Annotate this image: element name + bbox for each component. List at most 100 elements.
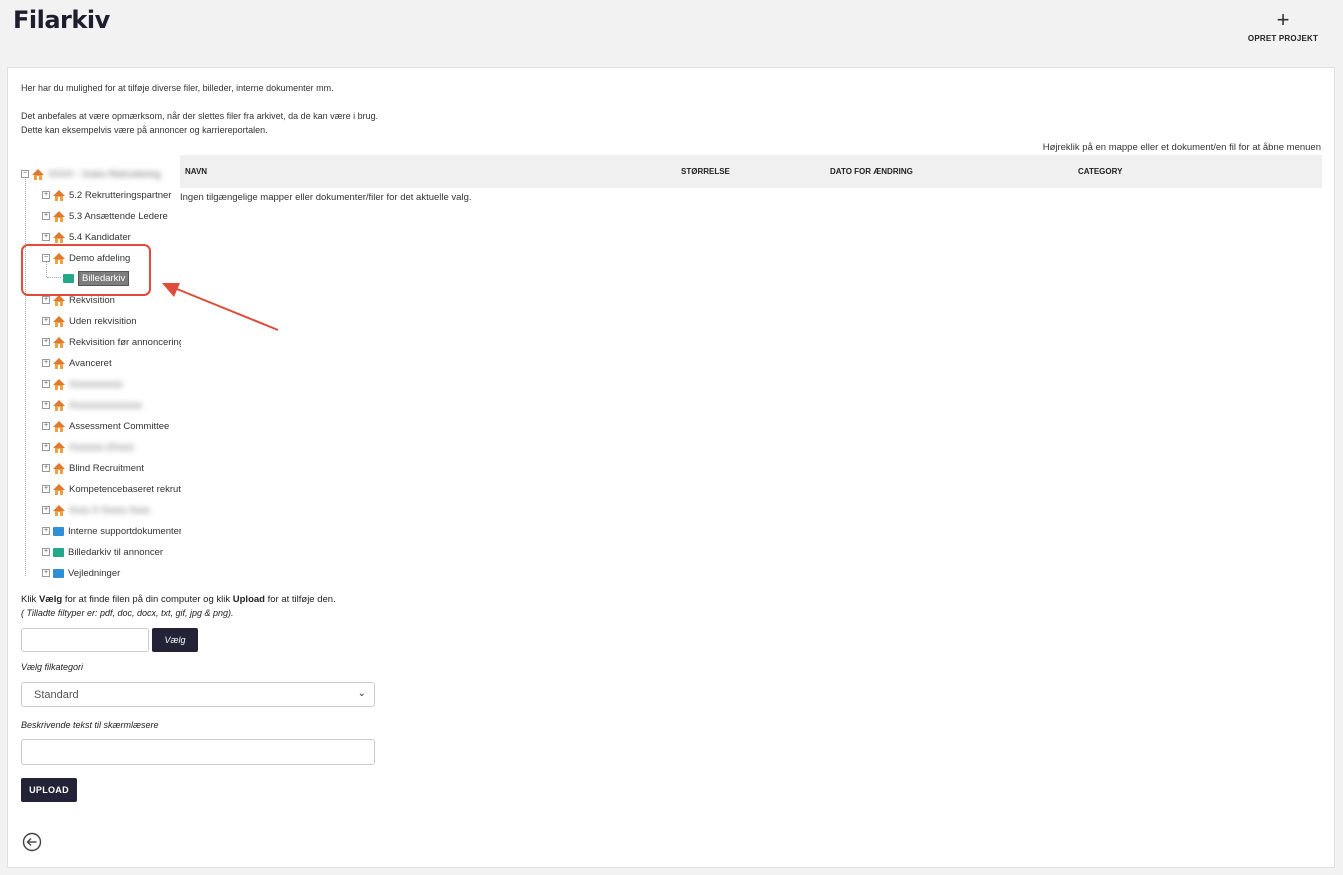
tree-item[interactable]: + Rekvisition før annoncering — [42, 334, 181, 350]
top-bar: Filarkiv + OPRET PROJEKT — [0, 0, 1343, 60]
tree-item-label: Uden rekvisition — [69, 315, 137, 327]
expand-icon[interactable]: + — [42, 338, 50, 346]
home-icon — [53, 231, 65, 243]
upload-instruction: Klik Vælg for at finde filen på din comp… — [21, 594, 336, 605]
tree-item-label: Billedarkiv til annoncer — [68, 546, 164, 558]
tree-item-label: Xxxxxxxxxxxxxxx — [69, 399, 142, 411]
tree-item-label: Xxxxxxx (Xxxx) — [69, 441, 134, 453]
collapse-icon[interactable]: − — [21, 170, 29, 178]
expand-icon[interactable]: + — [42, 359, 50, 367]
allowed-file-types: ( Tilladte filtyper er: pdf, doc, docx, … — [21, 608, 234, 618]
intro-line-3: Dette kan eksempelvis være på annoncer o… — [21, 125, 268, 135]
folder-tree[interactable]: − XXXX - Sutes Rekruttering + 5.2 Rekrut… — [21, 162, 181, 578]
tree-item-label: Blind Recruitment — [69, 462, 144, 474]
expand-icon[interactable]: + — [42, 548, 50, 556]
tree-item-label: 5.2 Rekrutteringspartner — [69, 189, 172, 201]
expand-icon[interactable]: + — [42, 527, 50, 535]
tree-item[interactable]: + Vejledninger — [42, 565, 120, 578]
tree-item[interactable]: + Interne supportdokumenter — [42, 523, 181, 539]
create-project-label: OPRET PROJEKT — [1247, 34, 1319, 43]
column-header-name[interactable]: NAVN — [185, 167, 207, 176]
plus-icon: + — [1276, 7, 1290, 32]
home-icon — [53, 420, 65, 432]
home-icon — [53, 462, 65, 474]
file-category-select[interactable]: Standard ⌄ — [21, 682, 375, 707]
file-path-input[interactable] — [21, 628, 149, 652]
expand-icon[interactable]: + — [42, 485, 50, 493]
file-table-header: NAVN STØRRELSE DATO FOR ÆNDRING CATEGORY — [180, 155, 1322, 188]
home-icon — [53, 357, 65, 369]
tree-item-label: Xxxx X Xxxxx Xxxx — [69, 504, 150, 516]
tree-item[interactable]: + 5.2 Rekrutteringspartner — [42, 187, 171, 203]
expand-icon[interactable]: + — [42, 443, 50, 451]
tree-item[interactable]: + Xxxxxxx (Xxxx) — [42, 439, 133, 455]
chevron-down-icon: ⌄ — [357, 688, 366, 699]
tree-item-label: 5.4 Kandidater — [69, 231, 131, 243]
folder-icon — [53, 547, 64, 557]
expand-icon[interactable]: + — [42, 401, 50, 409]
tree-item[interactable]: + Blind Recruitment — [42, 460, 144, 476]
column-header-size[interactable]: STØRRELSE — [681, 167, 730, 176]
tree-item-label: Vejledninger — [68, 567, 121, 579]
expand-icon[interactable]: + — [42, 191, 50, 199]
folder-icon — [53, 568, 64, 578]
tree-item[interactable]: + Billedarkiv til annoncer — [42, 544, 163, 560]
home-icon — [53, 294, 65, 306]
file-archive-card: Her har du mulighed for at tilføje diver… — [7, 67, 1335, 868]
folder-icon — [53, 526, 64, 536]
tree-item[interactable]: + Assessment Committee — [42, 418, 169, 434]
tree-item[interactable]: + Xxxxxxxxxxxxxxx — [42, 397, 142, 413]
intro-line-1: Her har du mulighed for at tilføje diver… — [21, 83, 334, 93]
home-icon — [53, 336, 65, 348]
context-menu-hint: Højreklik på en mappe eller et dokument/… — [1042, 142, 1321, 153]
tree-item[interactable]: + 5.3 Ansættende Ledere — [42, 208, 168, 224]
expand-icon[interactable]: + — [42, 380, 50, 388]
alt-text-label: Beskrivende tekst til skærmlæsere — [21, 720, 159, 730]
tree-item-label: Xxxxxxxxxxx — [69, 378, 123, 390]
highlight-annotation-box — [21, 244, 151, 296]
back-arrow-icon[interactable] — [22, 832, 42, 852]
home-icon — [53, 315, 65, 327]
home-icon — [32, 168, 44, 180]
file-category-value: Standard — [34, 688, 79, 701]
expand-icon[interactable]: + — [42, 422, 50, 430]
annotation-arrow-icon — [162, 283, 279, 331]
tree-item[interactable]: + 5.4 Kandidater — [42, 229, 131, 245]
tree-item[interactable]: + Xxxx X Xxxxx Xxxx — [42, 502, 150, 518]
tree-item[interactable]: + Xxxxxxxxxxx — [42, 376, 123, 392]
alt-text-input[interactable] — [21, 739, 375, 765]
column-header-modified[interactable]: DATO FOR ÆNDRING — [830, 167, 913, 176]
home-icon — [53, 378, 65, 390]
column-header-category[interactable]: CATEGORY — [1078, 167, 1122, 176]
create-project-button[interactable]: + OPRET PROJEKT — [1243, 7, 1323, 50]
empty-table-message: Ingen tilgængelige mapper eller dokument… — [180, 192, 472, 203]
intro-line-2: Det anbefales at være opmærksom, når der… — [21, 111, 379, 121]
home-icon — [53, 441, 65, 453]
expand-icon[interactable]: + — [42, 317, 50, 325]
home-icon — [53, 189, 65, 201]
choose-file-button[interactable]: Vælg — [152, 628, 198, 652]
tree-root[interactable]: − XXXX - Sutes Rekruttering — [21, 166, 160, 182]
expand-icon[interactable]: + — [42, 506, 50, 514]
expand-icon[interactable]: + — [42, 464, 50, 472]
tree-item[interactable]: + Avanceret — [42, 355, 112, 371]
expand-icon[interactable]: + — [42, 296, 50, 304]
tree-item[interactable]: + Uden rekvisition — [42, 313, 137, 329]
tree-item-label: Avanceret — [69, 357, 112, 369]
home-icon — [53, 399, 65, 411]
tree-root-label: XXXX - Sutes Rekruttering — [48, 168, 161, 180]
expand-icon[interactable]: + — [42, 233, 50, 241]
tree-item-label: Kompetencebaseret rekruttering — [69, 483, 181, 495]
home-icon — [53, 483, 65, 495]
home-icon — [53, 210, 65, 222]
tree-item-label: Assessment Committee — [69, 420, 170, 432]
tree-item-label: Interne supportdokumenter — [68, 525, 181, 537]
file-category-label: Vælg filkategori — [21, 662, 84, 672]
tree-item-label: 5.3 Ansættende Ledere — [69, 210, 168, 222]
upload-button[interactable]: UPLOAD — [21, 778, 77, 802]
home-icon — [53, 504, 65, 516]
expand-icon[interactable]: + — [42, 212, 50, 220]
page-title: Filarkiv — [13, 6, 110, 34]
expand-icon[interactable]: + — [42, 569, 50, 577]
tree-item[interactable]: + Kompetencebaseret rekruttering — [42, 481, 181, 497]
